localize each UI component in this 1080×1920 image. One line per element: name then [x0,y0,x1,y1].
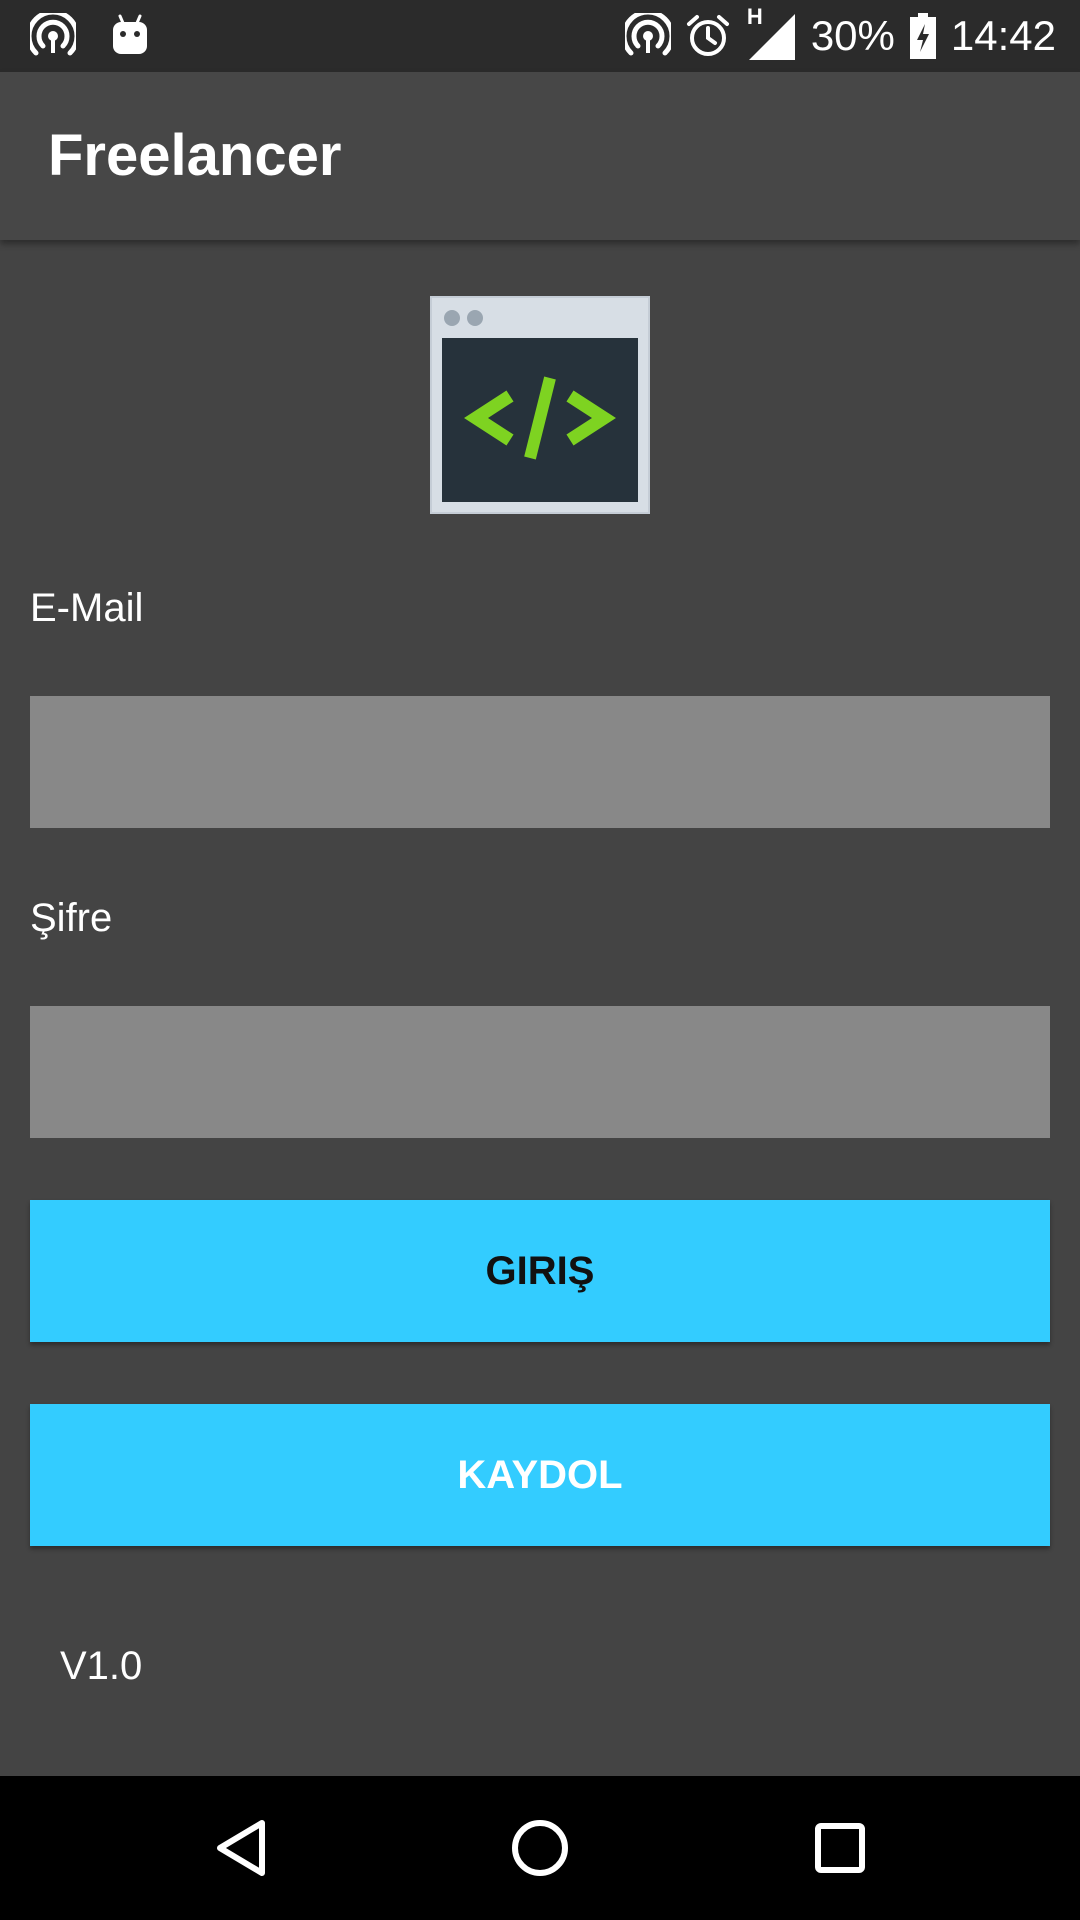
clock: 14:42 [950,12,1056,59]
recents-icon[interactable] [804,1812,876,1884]
app-bar: Freelancer [0,72,1080,240]
alarm-icon [685,13,731,59]
password-label: Şifre [30,896,113,940]
password-input[interactable] [30,1006,1050,1138]
status-bar: H 30% 14:42 [0,0,1080,72]
hotspot-icon [624,13,671,59]
hotspot-icon [30,13,76,59]
status-bar-left [30,12,150,60]
app-title: Freelancer [48,123,342,188]
login-screen: H 30% 14:42 Freelancer E-Mail Şifre GIRI… [0,0,1080,1920]
code-window-icon [430,296,650,514]
register-button[interactable]: KAYDOL [30,1404,1050,1546]
login-button[interactable]: GIRIŞ [30,1200,1050,1342]
android-icon [110,14,150,58]
version-label: V1.0 [60,1644,143,1688]
home-icon[interactable] [504,1812,576,1884]
battery-percent: 30% [810,12,895,59]
back-icon[interactable] [204,1812,276,1884]
network-type-label: H [746,4,763,29]
battery-charging-icon [909,12,937,60]
email-label: E-Mail [30,586,144,630]
email-input[interactable] [30,696,1050,828]
status-bar-right: H 30% 14:42 [624,0,1056,72]
signal-icon: H [745,4,797,62]
navigation-bar [0,1776,1080,1920]
